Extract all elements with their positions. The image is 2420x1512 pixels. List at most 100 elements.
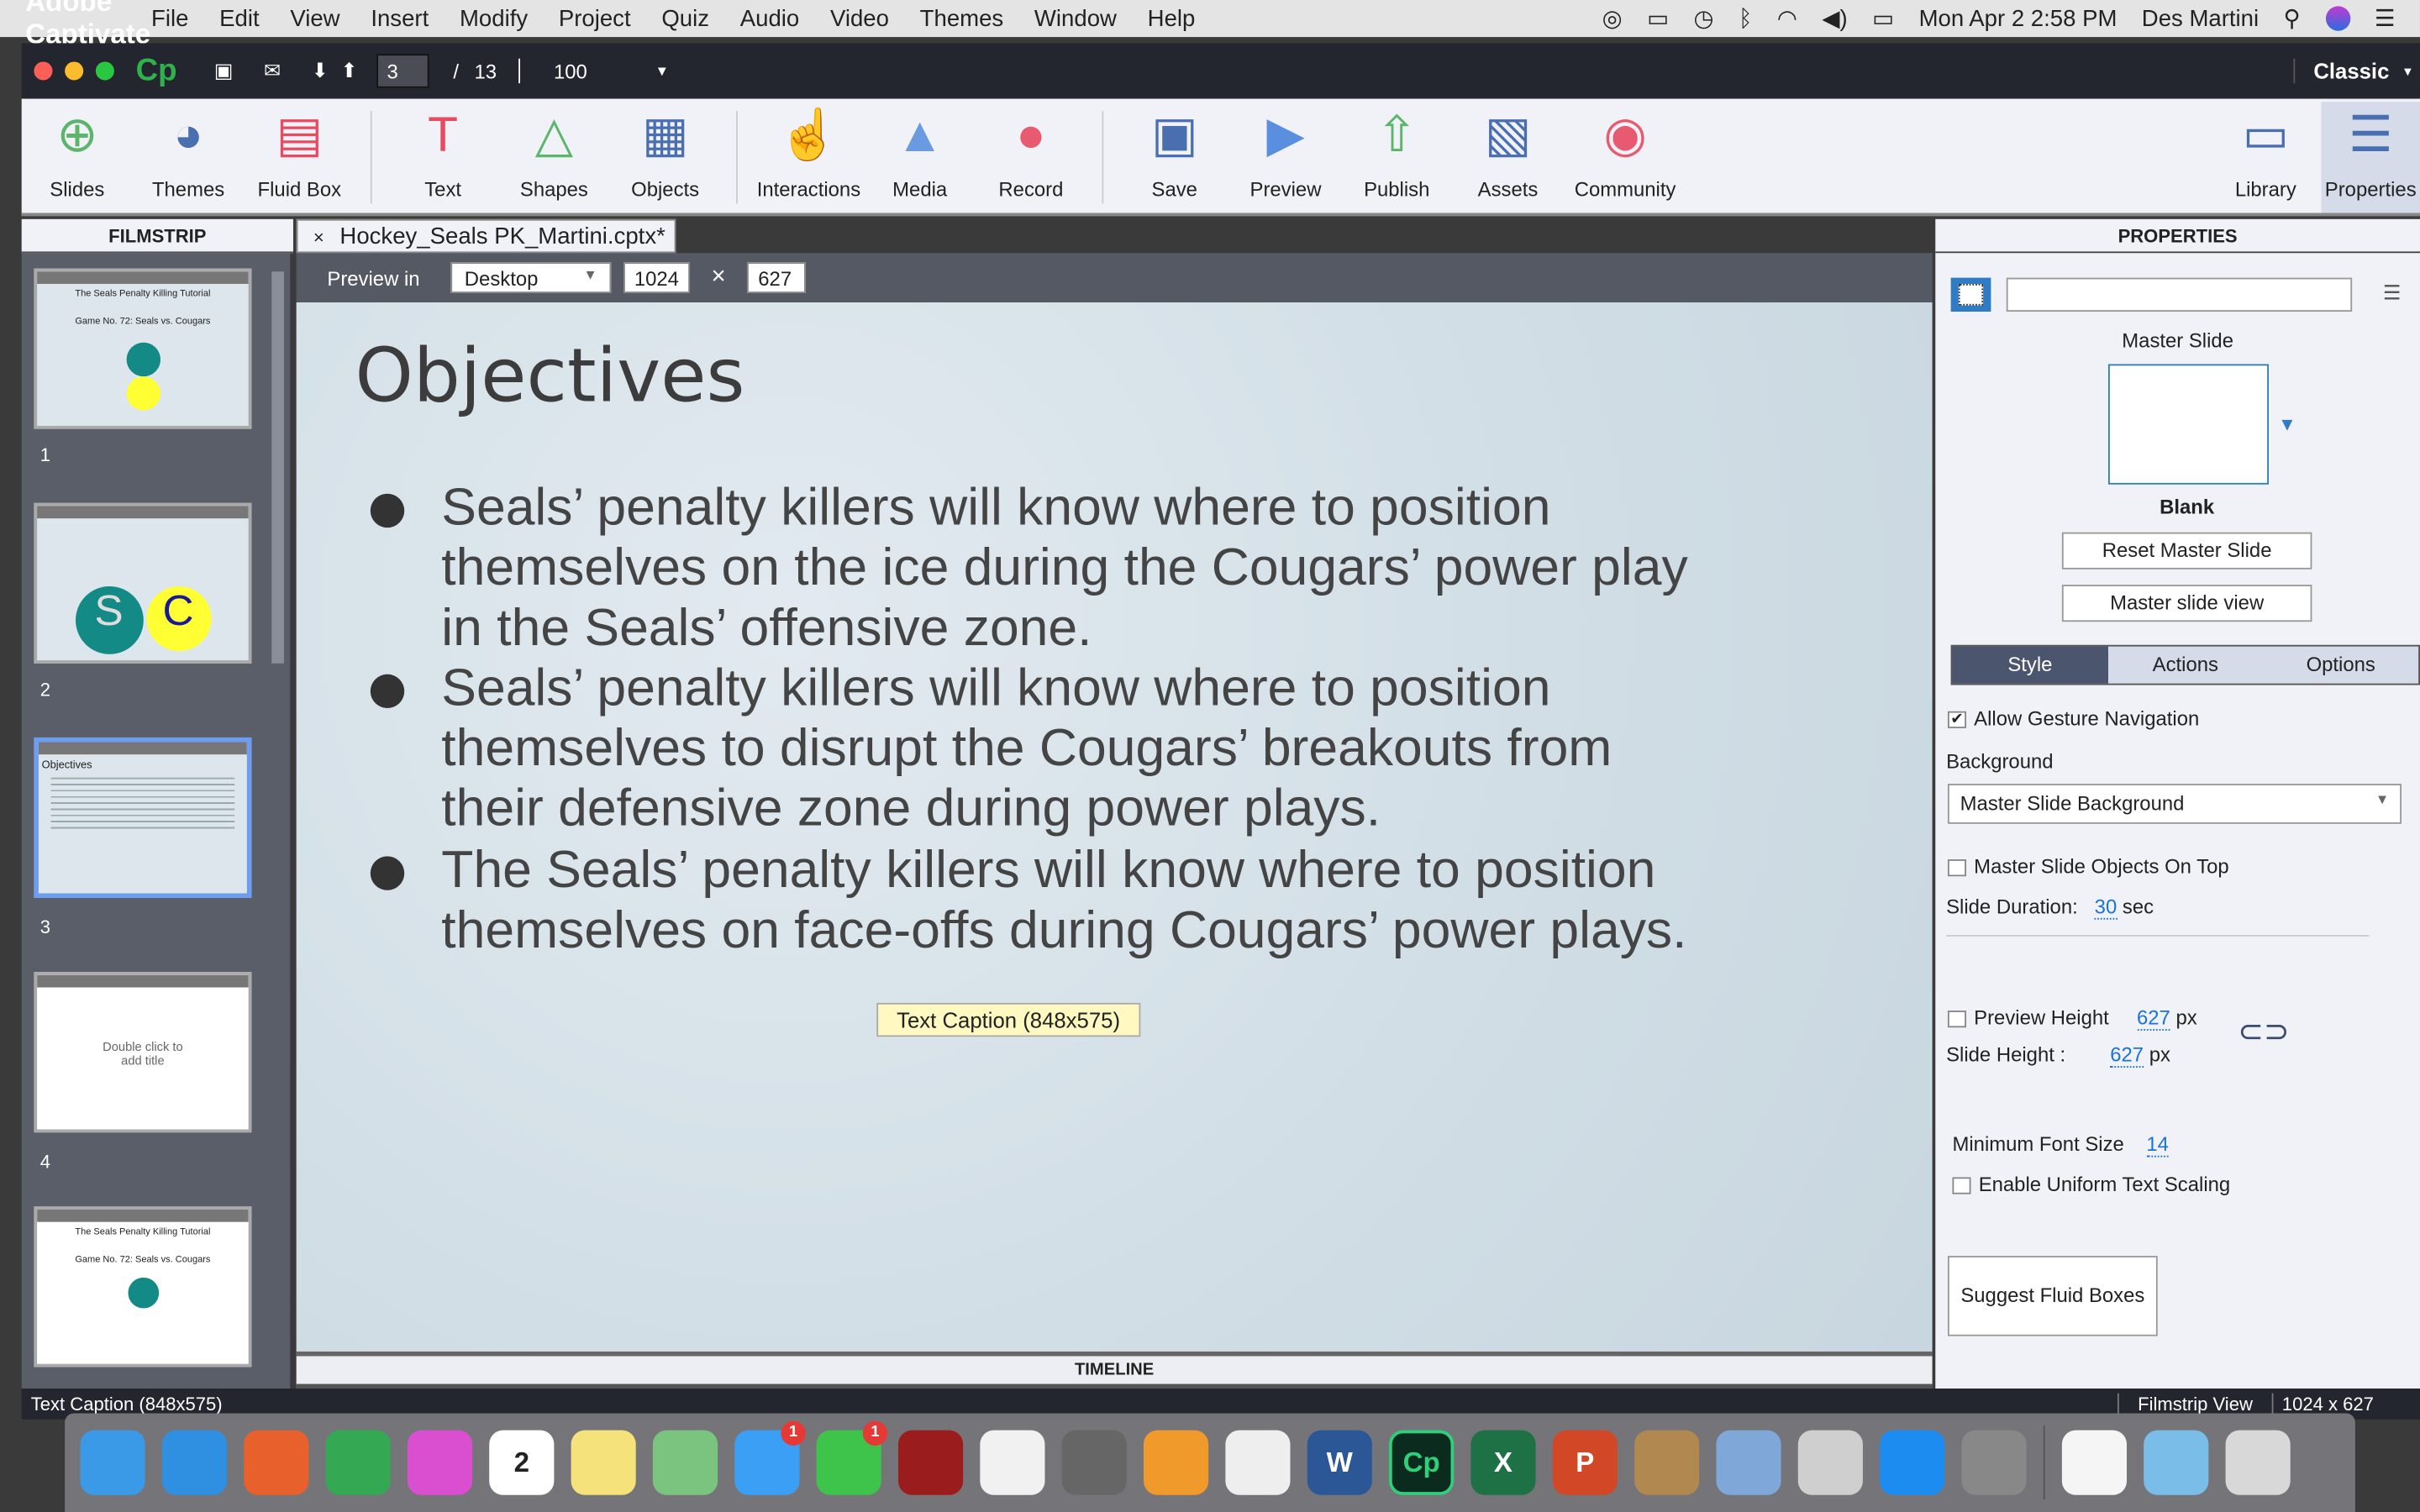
suggest-fluid-boxes-button[interactable]: Suggest Fluid Boxes bbox=[1947, 1256, 2158, 1336]
dock-notes[interactable] bbox=[571, 1430, 636, 1495]
dock-calendar[interactable]: 2 bbox=[489, 1430, 555, 1495]
objects-on-top-row[interactable]: Master Slide Objects On Top bbox=[1947, 855, 2229, 878]
toolbar-record-button[interactable]: ● Record bbox=[976, 102, 1086, 213]
timeline-panel-header[interactable]: TIMELINE bbox=[296, 1351, 1933, 1389]
volume-icon[interactable]: ◀) bbox=[1822, 5, 1847, 33]
dock-preview[interactable] bbox=[1716, 1430, 1781, 1495]
arrow-up-icon[interactable]: ⬆ bbox=[341, 59, 358, 83]
toolbar-slides-button[interactable]: ⊕ Slides bbox=[22, 102, 133, 213]
reset-master-slide-button[interactable]: Reset Master Slide bbox=[2061, 532, 2312, 570]
notification-center-icon[interactable]: ☰ bbox=[2375, 5, 2396, 33]
dock-maps[interactable] bbox=[652, 1430, 718, 1495]
dock-contacts[interactable] bbox=[1634, 1430, 1700, 1495]
toolbar-media-button[interactable]: ▲ Media bbox=[865, 102, 976, 213]
zoom-dropdown-icon[interactable]: ▼ bbox=[655, 63, 669, 78]
time-machine-icon[interactable]: ◷ bbox=[1694, 5, 1714, 33]
dock-messages[interactable]: 1 bbox=[734, 1420, 806, 1495]
menu-view[interactable]: View bbox=[290, 5, 339, 31]
slide-duration-value[interactable]: 30 bbox=[2094, 895, 2118, 920]
dock-finder[interactable] bbox=[80, 1430, 145, 1495]
toolbar-shapes-button[interactable]: △ Shapes bbox=[498, 102, 609, 213]
preview-height-value[interactable]: 627 bbox=[2137, 1005, 2170, 1031]
bullet-item[interactable]: Seals’ penalty killers will know where t… bbox=[370, 478, 1698, 659]
menu-modify[interactable]: Modify bbox=[460, 5, 528, 31]
filmstrip-slide-3[interactable]: Objectives bbox=[34, 737, 252, 898]
minimize-window-button[interactable] bbox=[65, 61, 84, 81]
dock-excel[interactable]: X bbox=[1470, 1430, 1536, 1495]
tab-actions[interactable]: Actions bbox=[2107, 647, 2263, 684]
menu-audio[interactable]: Audio bbox=[740, 5, 799, 31]
slide-stage[interactable]: Objectives Seals’ penalty killers will k… bbox=[296, 302, 1933, 1352]
close-tab-icon[interactable]: × bbox=[313, 227, 324, 249]
bullet-item[interactable]: The Seals’ penalty killers will know whe… bbox=[370, 841, 1698, 961]
toolbar-library-button[interactable]: ▭ Library bbox=[2210, 102, 2321, 213]
arrow-down-icon[interactable]: ⬇ bbox=[312, 59, 329, 83]
spotlight-icon[interactable]: ⚲ bbox=[2284, 5, 2301, 33]
zoom-window-button[interactable] bbox=[95, 61, 114, 81]
monitor-icon[interactable]: ▣ bbox=[214, 59, 234, 83]
menu-help[interactable]: Help bbox=[1148, 5, 1196, 31]
dock-chrome[interactable] bbox=[325, 1430, 391, 1495]
workspace-dropdown-icon[interactable]: ▼ bbox=[2402, 64, 2414, 78]
dock-photos[interactable] bbox=[980, 1430, 1045, 1495]
gesture-navigation-row[interactable]: ✔ Allow Gesture Navigation bbox=[1947, 706, 2199, 730]
menu-video[interactable]: Video bbox=[830, 5, 889, 31]
dock-captivate[interactable]: Cp bbox=[1389, 1430, 1455, 1495]
dock-firefox[interactable] bbox=[244, 1430, 309, 1495]
toolbar-assets-button[interactable]: ▧ Assets bbox=[1452, 102, 1563, 213]
slide-height-value[interactable]: 627 bbox=[2110, 1042, 2144, 1068]
toolbar-objects-button[interactable]: ▦ Objects bbox=[610, 102, 721, 213]
dock-system-preferences[interactable] bbox=[1961, 1430, 2027, 1495]
link-dimensions-icon[interactable]: × bbox=[712, 264, 726, 291]
airplay-icon[interactable]: ▭ bbox=[1647, 5, 1669, 33]
gesture-navigation-checkbox[interactable]: ✔ bbox=[1947, 711, 1966, 729]
wifi-icon[interactable]: ◠ bbox=[1777, 5, 1797, 33]
slide-number-input[interactable]: 3 bbox=[376, 54, 429, 88]
slide-title[interactable]: Objectives bbox=[355, 333, 744, 420]
master-slide-view-button[interactable]: Master slide view bbox=[2061, 585, 2312, 622]
toolbar-fluid-box-button[interactable]: ▤ Fluid Box bbox=[244, 102, 355, 213]
panel-menu-icon[interactable]: ☰ bbox=[2383, 281, 2401, 305]
menu-file[interactable]: File bbox=[151, 5, 188, 31]
filmstrip-slide-4[interactable]: Double click to add title bbox=[34, 972, 252, 1133]
bullet-item[interactable]: Seals’ penalty killers will know where t… bbox=[370, 659, 1698, 839]
filmstrip-slide-1[interactable]: The Seals Penalty Killing Tutorial Game … bbox=[34, 268, 252, 429]
toolbar-publish-button[interactable]: ⇧ Publish bbox=[1341, 102, 1452, 213]
tab-style[interactable]: Style bbox=[1952, 646, 2108, 684]
battery-icon[interactable]: ▭ bbox=[1872, 5, 1894, 33]
menu-quiz[interactable]: Quiz bbox=[661, 5, 709, 31]
dock-downloads[interactable] bbox=[2144, 1430, 2209, 1495]
preview-width-input[interactable]: 1024 bbox=[623, 262, 690, 293]
objects-on-top-checkbox[interactable] bbox=[1947, 859, 1966, 877]
workspace-switcher[interactable]: Classic bbox=[2293, 58, 2389, 84]
master-slide-dropdown-icon[interactable]: ▼ bbox=[2278, 413, 2296, 435]
uniform-scaling-row[interactable]: Enable Uniform Text Scaling bbox=[1952, 1173, 2230, 1195]
user-name[interactable]: Des Martini bbox=[2142, 5, 2259, 31]
filmstrip-slide-5[interactable]: The Seals Penalty Killing Tutorial Game … bbox=[34, 1206, 252, 1368]
mail-icon[interactable]: ✉ bbox=[264, 59, 281, 83]
slide-name-input[interactable] bbox=[2006, 277, 2353, 312]
filmstrip-scrollbar[interactable] bbox=[271, 271, 284, 664]
creative-cloud-icon[interactable]: ◎ bbox=[1602, 5, 1623, 33]
close-window-button[interactable] bbox=[34, 61, 53, 81]
filmstrip-slide-2[interactable]: S C bbox=[34, 502, 252, 664]
device-select[interactable]: Desktop ▼ bbox=[450, 262, 612, 293]
dock-app-store[interactable] bbox=[1880, 1430, 1945, 1495]
dock-trash[interactable] bbox=[2225, 1430, 2291, 1495]
bluetooth-icon[interactable]: ᛒ bbox=[1739, 5, 1753, 31]
master-slide-thumbnail[interactable] bbox=[2107, 364, 2269, 485]
toolbar-save-button[interactable]: ▣ Save bbox=[1119, 102, 1230, 213]
dock-word[interactable]: W bbox=[1307, 1430, 1372, 1495]
clock[interactable]: Mon Apr 2 2:58 PM bbox=[1919, 5, 2118, 31]
menu-project[interactable]: Project bbox=[559, 5, 631, 31]
siri-icon[interactable] bbox=[2325, 6, 2350, 31]
toolbar-text-button[interactable]: T Text bbox=[387, 102, 498, 213]
preview-height-checkbox[interactable] bbox=[1947, 1011, 1966, 1028]
menu-window[interactable]: Window bbox=[1034, 5, 1117, 31]
dock-pages[interactable] bbox=[1144, 1430, 1209, 1495]
toolbar-preview-button[interactable]: ▶ Preview bbox=[1230, 102, 1341, 213]
toolbar-properties-button[interactable]: ☰ Properties bbox=[2321, 102, 2420, 213]
dock-numbers[interactable] bbox=[1225, 1430, 1291, 1495]
dock-photo-booth[interactable] bbox=[897, 1430, 964, 1495]
dock-screenshot[interactable] bbox=[2061, 1430, 2128, 1495]
